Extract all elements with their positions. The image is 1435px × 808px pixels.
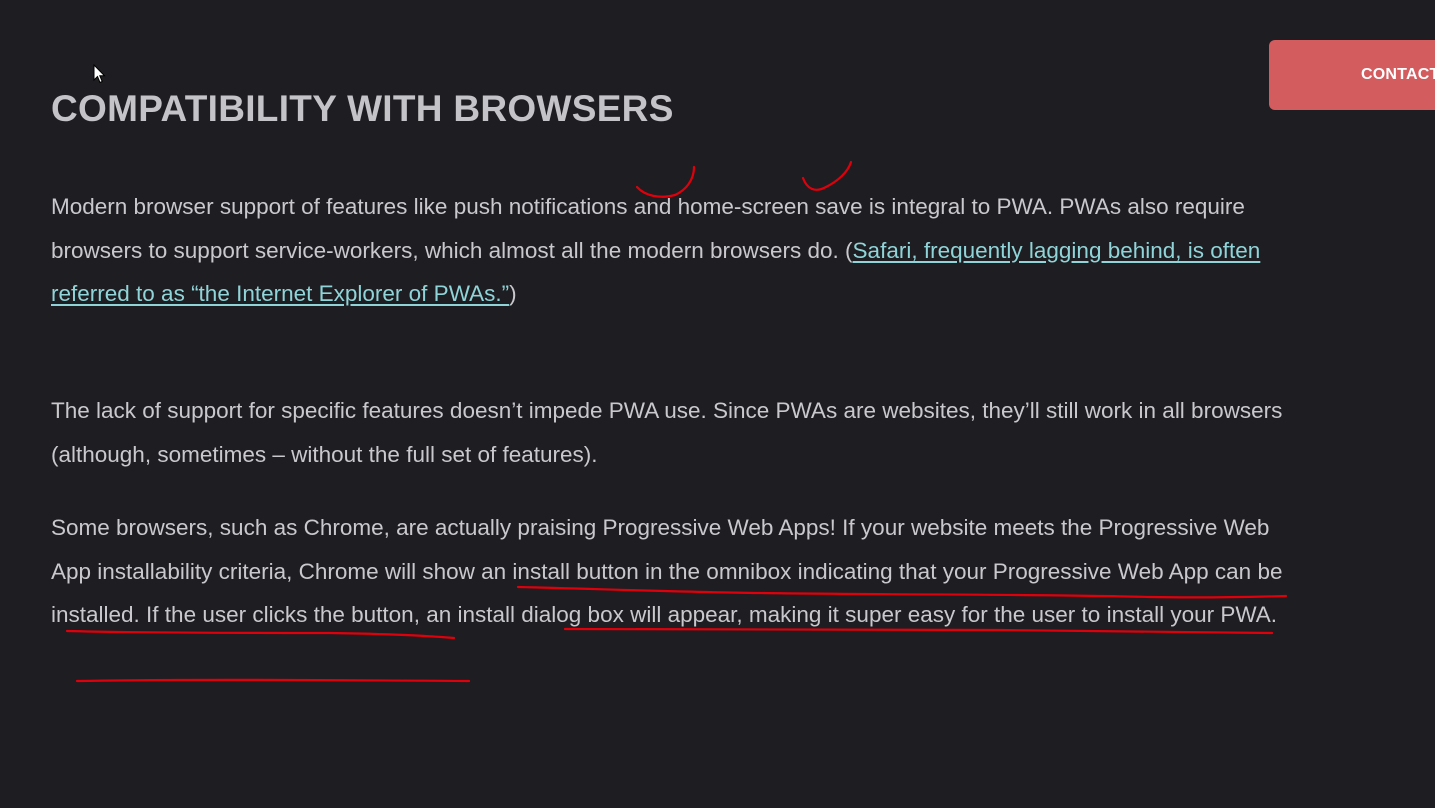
paragraph-feature-support: The lack of support for specific feature… <box>51 398 1283 467</box>
paragraph-chrome-install: Some browsers, such as Chrome, are actua… <box>51 515 1283 627</box>
paragraph-text-end: ) <box>509 281 517 306</box>
mouse-pointer-icon <box>93 64 106 84</box>
page-title: COMPATIBILITY WITH BROWSERS <box>51 88 674 129</box>
paragraph-browser-support: Modern browser support of features like … <box>51 185 1311 316</box>
underline-annotation <box>75 678 471 683</box>
contact-button[interactable]: CONTACT <box>1269 40 1435 110</box>
